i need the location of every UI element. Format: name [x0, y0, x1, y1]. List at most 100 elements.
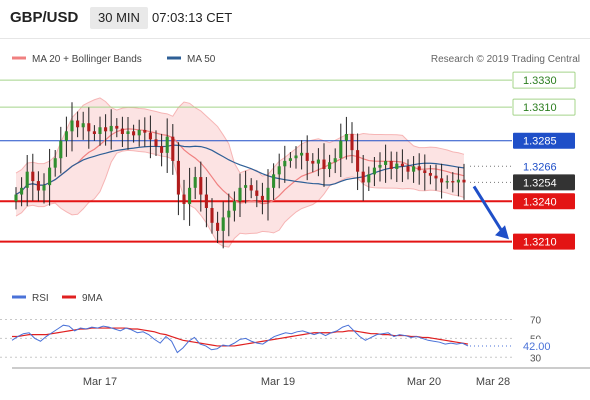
candle-body — [182, 194, 186, 204]
rsi-ma9-line — [12, 327, 469, 347]
candle-body — [126, 131, 130, 134]
candle-body — [316, 159, 320, 164]
level-value-1.3285: 1.3285 — [523, 136, 557, 148]
candle-body — [132, 131, 136, 136]
candle-body — [81, 123, 85, 128]
level-labels: 1.3330 1.3310 1.3285 1.3266 1.3254 1.3240 1.32… — [512, 71, 576, 250]
candle-body — [59, 140, 63, 159]
x-axis: Mar 17 Mar 19 Mar 20 Mar 28 — [12, 367, 590, 388]
candle-body — [154, 139, 158, 147]
candle-body — [294, 155, 298, 159]
candle-body — [53, 158, 57, 168]
candle-body — [204, 194, 208, 208]
level-value-1.3310: 1.3310 — [523, 102, 557, 114]
forecast-arrow-head — [495, 225, 509, 240]
level-value-1.3210: 1.3210 — [523, 237, 557, 249]
candle-body — [260, 195, 264, 200]
candle-body — [445, 181, 449, 183]
candle-body — [210, 208, 214, 223]
candle-body — [104, 127, 108, 132]
credit-text: Research © 2019 Trading Central — [431, 54, 580, 65]
rsi-level-label-30: 30 — [530, 353, 542, 364]
candle-body — [48, 167, 52, 186]
level-value-1.3266: 1.3266 — [523, 161, 557, 173]
candle-body — [372, 167, 376, 175]
candle-body — [87, 123, 91, 132]
candle-body — [356, 150, 360, 172]
chart-legend: MA 20 + Bollinger Bands MA 50 Research © 2… — [12, 54, 580, 65]
legend-label-1: MA 50 — [187, 54, 216, 65]
level-value-1.3240: 1.3240 — [523, 196, 557, 208]
candle-body — [462, 179, 466, 183]
candle-body — [109, 125, 113, 132]
candle-body — [434, 175, 438, 179]
candle-body — [232, 201, 236, 211]
candle-body — [339, 140, 343, 159]
candle-body — [350, 134, 354, 151]
candle-body — [333, 158, 337, 163]
candle-body — [305, 152, 309, 161]
level-value-1.3254: 1.3254 — [523, 177, 557, 189]
candle-body — [165, 136, 169, 153]
candle-body — [272, 174, 276, 188]
candle-body — [400, 163, 404, 167]
candle-body — [344, 134, 348, 141]
candle-body — [98, 127, 102, 134]
candle-body — [384, 160, 388, 165]
level-value-1.3330: 1.3330 — [523, 75, 557, 87]
candle-body — [300, 152, 304, 156]
candle-body — [42, 185, 46, 191]
candle-body — [92, 131, 96, 134]
candle-body — [143, 129, 147, 133]
candle-body — [188, 187, 192, 204]
candle-body — [36, 181, 40, 191]
candle-body — [76, 120, 80, 128]
price-chart[interactable]: MA 20 + Bollinger Bands MA 50 Research © 2… — [0, 0, 590, 400]
candle-body — [216, 222, 220, 231]
candle-body — [176, 160, 180, 195]
candle-body — [25, 171, 29, 188]
candle-body — [417, 166, 421, 171]
candle-body — [199, 177, 203, 195]
x-tick-label: Mar 17 — [83, 376, 117, 388]
candle-body — [193, 177, 197, 188]
candle-body — [395, 163, 399, 169]
candle-body — [328, 162, 332, 169]
candle-body — [70, 120, 74, 132]
candle-body — [20, 187, 24, 195]
candle-body — [249, 185, 253, 191]
rsi-legend-label-0: RSI — [32, 293, 49, 304]
candle-body — [283, 160, 287, 167]
candle-body — [456, 179, 460, 183]
legend-label-0: MA 20 + Bollinger Bands — [32, 54, 142, 65]
candle-body — [367, 174, 371, 183]
candle-body — [227, 210, 231, 218]
candle-body — [137, 129, 141, 136]
candle-body — [440, 178, 444, 183]
candle-body — [171, 136, 175, 161]
candle-body — [244, 185, 248, 188]
forecast-arrow — [472, 185, 509, 240]
x-tick-label: Mar 19 — [261, 376, 295, 388]
forecast-arrow-shaft — [472, 185, 504, 233]
rsi-legend-label-1: 9MA — [82, 293, 103, 304]
candle-body — [160, 146, 164, 153]
candle-body — [266, 187, 270, 200]
candle-body — [64, 131, 68, 141]
candle-body — [322, 159, 326, 169]
x-tick-label: Mar 28 — [476, 376, 510, 388]
candle-body — [361, 171, 365, 183]
x-tick-label: Mar 20 — [407, 376, 441, 388]
candle-body — [288, 158, 292, 161]
candle-body — [406, 166, 410, 172]
candle-body — [115, 125, 119, 129]
candle-body — [378, 164, 382, 168]
candle-body — [428, 173, 432, 176]
rsi-current-value: 42.00 — [523, 341, 551, 353]
candle-body — [14, 194, 18, 202]
candle-body — [311, 160, 315, 164]
candle-body — [412, 166, 416, 172]
rsi-level-label-70: 70 — [530, 316, 542, 327]
candle-body — [277, 166, 281, 175]
candle-body — [423, 170, 427, 174]
